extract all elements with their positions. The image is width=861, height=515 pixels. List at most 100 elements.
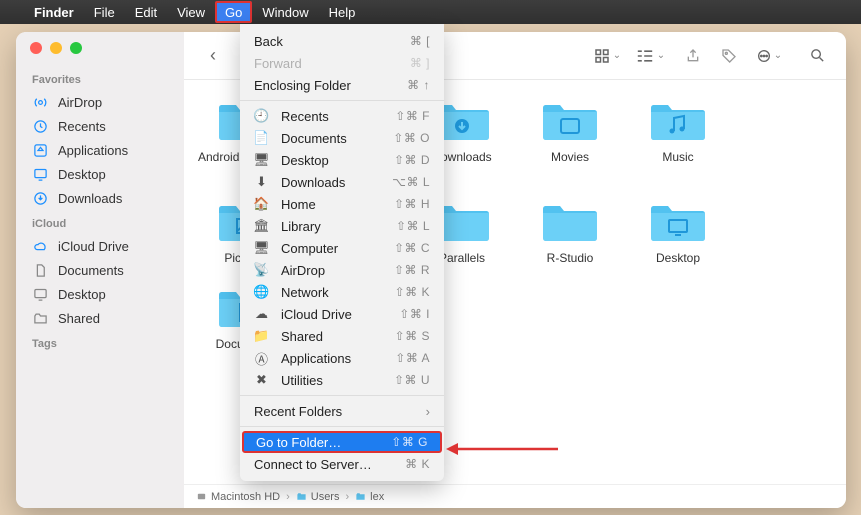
airdrop-icon: 📡 — [254, 262, 269, 278]
path-label: Users — [311, 491, 340, 503]
zoom-button[interactable] — [70, 42, 82, 54]
sidebar-item-label: Desktop — [58, 287, 106, 302]
folder-icon — [541, 98, 599, 144]
document-icon: 📄 — [254, 130, 269, 146]
icon-view-button[interactable]: ⌄ — [592, 41, 622, 71]
folder-item[interactable]: Desktop — [628, 199, 728, 265]
menu-separator — [240, 426, 444, 427]
sidebar-item-label: Documents — [58, 263, 124, 278]
menu-view[interactable]: View — [167, 0, 215, 24]
desktop-icon — [32, 166, 48, 182]
sidebar-item-shared[interactable]: Shared — [16, 306, 184, 330]
menu-window[interactable]: Window — [252, 0, 318, 24]
share-button[interactable] — [678, 41, 708, 71]
utilities-icon: ✖ — [254, 372, 269, 388]
menu-desktop[interactable]: 🖥Desktop⇧⌘ D — [240, 149, 444, 171]
sidebar-item-label: AirDrop — [58, 95, 102, 110]
minimize-button[interactable] — [50, 42, 62, 54]
close-button[interactable] — [30, 42, 42, 54]
sidebar-item-label: Desktop — [58, 167, 106, 182]
folder-item[interactable]: Music — [628, 98, 728, 179]
sidebar-item-icloud-desktop[interactable]: Desktop — [16, 282, 184, 306]
sidebar-item-airdrop[interactable]: AirDrop — [16, 90, 184, 114]
sidebar-icloud-head: iCloud — [16, 210, 184, 234]
action-button[interactable]: ⌄ — [750, 41, 788, 71]
shared-folder-icon: 📁 — [254, 328, 269, 344]
menu-network[interactable]: 🌐Network⇧⌘ K — [240, 281, 444, 303]
sidebar-favorites-head: Favorites — [16, 66, 184, 90]
folder-item[interactable]: R-Studio — [520, 199, 620, 265]
sidebar-item-desktop[interactable]: Desktop — [16, 162, 184, 186]
menu-downloads[interactable]: ⬇Downloads⌥⌘ L — [240, 171, 444, 193]
menu-recent-folders[interactable]: Recent Folders› — [240, 400, 444, 422]
shared-folder-icon — [32, 310, 48, 326]
search-button[interactable] — [802, 41, 832, 71]
back-button[interactable]: ‹ — [198, 41, 228, 71]
menu-home[interactable]: 🏠Home⇧⌘ H — [240, 193, 444, 215]
path-segment[interactable]: Macintosh HD — [196, 491, 280, 503]
folder-item[interactable]: Movies — [520, 98, 620, 179]
path-label: lex — [370, 491, 384, 503]
menu-separator — [240, 100, 444, 101]
desktop-icon — [32, 286, 48, 302]
sidebar-item-applications[interactable]: Applications — [16, 138, 184, 162]
folder-label: Music — [662, 150, 693, 164]
menu-connect-server[interactable]: Connect to Server…⌘ K — [240, 453, 444, 475]
menubar: Finder File Edit View Go Window Help — [0, 0, 861, 24]
tag-button[interactable] — [714, 41, 744, 71]
airdrop-icon — [32, 94, 48, 110]
menu-library[interactable]: 🏛Library⇧⌘ L — [240, 215, 444, 237]
menu-enclosing[interactable]: Enclosing Folder⌘ ↑ — [240, 74, 444, 96]
sidebar-item-recents[interactable]: Recents — [16, 114, 184, 138]
menu-file[interactable]: File — [84, 0, 125, 24]
menu-go[interactable]: Go — [215, 1, 252, 23]
applications-icon: Ⓐ — [254, 349, 269, 368]
folder-label: Desktop — [656, 251, 700, 265]
menu-documents[interactable]: 📄Documents⇧⌘ O — [240, 127, 444, 149]
menu-go-to-folder[interactable]: Go to Folder…⇧⌘ G — [242, 431, 442, 453]
path-segment[interactable]: lex — [355, 491, 384, 503]
menu-airdrop[interactable]: 📡AirDrop⇧⌘ R — [240, 259, 444, 281]
folder-label: Parallels — [439, 251, 485, 265]
menu-help[interactable]: Help — [319, 0, 366, 24]
folder-label: R-Studio — [547, 251, 594, 265]
sidebar-item-documents[interactable]: Documents — [16, 258, 184, 282]
sidebar-item-icloud-drive[interactable]: iCloud Drive — [16, 234, 184, 258]
clock-icon: 🕘 — [254, 108, 269, 124]
downloads-icon: ⬇ — [254, 174, 269, 190]
menu-separator — [240, 395, 444, 396]
sidebar-item-downloads[interactable]: Downloads — [16, 186, 184, 210]
menu-back[interactable]: Back⌘ [ — [240, 30, 444, 52]
menu-applications[interactable]: ⒶApplications⇧⌘ A — [240, 347, 444, 369]
chevron-right-icon: › — [426, 404, 430, 419]
folder-label: Movies — [551, 150, 589, 164]
sidebar-item-label: Shared — [58, 311, 100, 326]
path-segment[interactable]: Users — [296, 491, 340, 503]
sidebar: Favorites AirDrop Recents Applications D… — [16, 32, 184, 508]
menu-icloud-drive[interactable]: ☁iCloud Drive⇧⌘ I — [240, 303, 444, 325]
go-menu: Back⌘ [ Forward⌘ ] Enclosing Folder⌘ ↑ 🕘… — [240, 24, 444, 481]
chevron-right-icon: › — [345, 491, 349, 503]
desktop-icon: 🖥 — [254, 152, 269, 168]
path-label: Macintosh HD — [211, 491, 280, 503]
sidebar-item-label: Downloads — [58, 191, 122, 206]
menu-shared[interactable]: 📁Shared⇧⌘ S — [240, 325, 444, 347]
document-icon — [32, 262, 48, 278]
chevron-right-icon: › — [286, 491, 290, 503]
menu-recents[interactable]: 🕘Recents⇧⌘ F — [240, 105, 444, 127]
group-button[interactable]: ⌄ — [628, 41, 672, 71]
library-icon: 🏛 — [254, 218, 269, 234]
menu-computer[interactable]: 🖥Computer⇧⌘ C — [240, 237, 444, 259]
menu-app[interactable]: Finder — [24, 0, 84, 24]
downloads-icon — [32, 190, 48, 206]
home-icon: 🏠 — [254, 196, 269, 212]
menu-edit[interactable]: Edit — [125, 0, 167, 24]
applications-icon — [32, 142, 48, 158]
computer-icon: 🖥 — [254, 240, 269, 256]
network-icon: 🌐 — [254, 284, 269, 300]
sidebar-item-label: iCloud Drive — [58, 239, 129, 254]
path-bar: Macintosh HD › Users › lex — [184, 484, 846, 508]
folder-icon — [649, 199, 707, 245]
menu-forward[interactable]: Forward⌘ ] — [240, 52, 444, 74]
menu-utilities[interactable]: ✖Utilities⇧⌘ U — [240, 369, 444, 391]
